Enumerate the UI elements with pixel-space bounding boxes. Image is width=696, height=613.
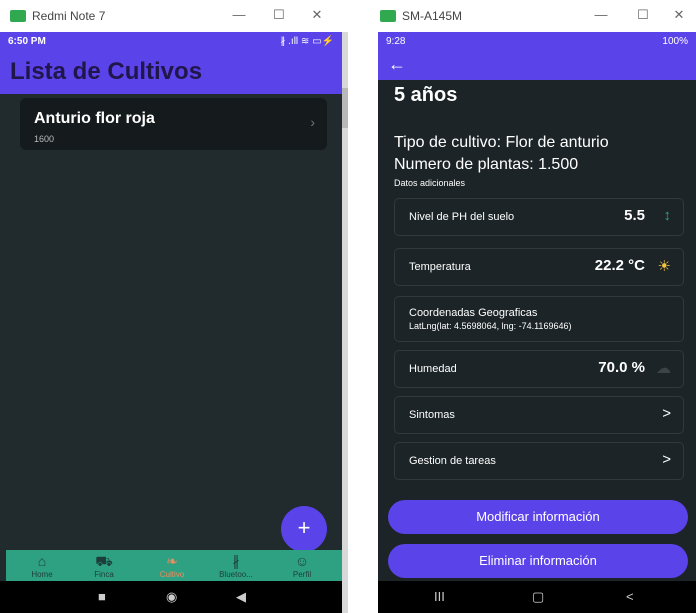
modify-info-button[interactable]: Modificar información	[388, 500, 688, 534]
detail-header: ←	[378, 52, 696, 80]
symptoms-label: Sintomas	[409, 409, 455, 421]
close-button[interactable]: ✕	[668, 6, 690, 24]
status-icons: ∦ .ıll ≋ ▭⚡	[280, 36, 334, 47]
status-time: 6:50 PM	[8, 36, 46, 47]
left-window-title: Redmi Note 7	[32, 9, 106, 23]
maximize-button[interactable]: ☐	[268, 6, 290, 24]
crop-type: Tipo de cultivo: Flor de anturio	[394, 134, 609, 151]
page-title: Lista de Cultivos	[10, 58, 203, 85]
nav-item-cultivo[interactable]: ❧ Cultivo	[144, 552, 200, 579]
left-phone-screen: 6:50 PM ∦ .ıll ≋ ▭⚡ Lista de Cultivos An…	[0, 32, 342, 613]
minimize-button[interactable]: —	[590, 6, 612, 24]
minimize-button[interactable]: —	[228, 6, 250, 24]
chevron-right-icon: >	[662, 451, 671, 468]
back-arrow-icon[interactable]: ←	[388, 54, 406, 75]
home-circle-icon[interactable]: ◉	[166, 589, 177, 605]
emulator-app-icon	[10, 10, 26, 22]
system-nav-bar: III ▢ <	[378, 581, 696, 613]
left-scrollbar-thumb[interactable]	[342, 88, 348, 128]
close-button[interactable]: ✕	[306, 6, 328, 24]
plant-count: Numero de plantas: 1.500	[394, 156, 579, 173]
cloud-icon: ☁	[656, 360, 671, 377]
nav-item-home[interactable]: ⌂ Home	[14, 552, 70, 579]
crop-card[interactable]: Anturio flor roja 1600 ›	[20, 98, 327, 150]
temperature-value: 22.2 °C	[594, 257, 645, 274]
recents-icon[interactable]: ■	[98, 589, 106, 604]
tasks-label: Gestion de tareas	[409, 455, 496, 467]
bluetooth-icon: ∦	[232, 553, 240, 569]
ph-value: 5.5	[624, 207, 645, 224]
coordinates-row: Coordenadas Geograficas LatLng(lat: 4.56…	[394, 296, 684, 342]
add-crop-button[interactable]: +	[281, 506, 327, 552]
humidity-label: Humedad	[409, 363, 457, 375]
status-time: 9:28	[386, 36, 406, 47]
ph-label: Nivel de PH del suelo	[409, 211, 515, 223]
coordinates-label: Coordenadas Geograficas	[409, 307, 538, 319]
symptoms-row[interactable]: Sintomas >	[394, 396, 684, 434]
humidity-value: 70.0 %	[598, 359, 645, 376]
maximize-button[interactable]: ☐	[632, 6, 654, 24]
leaf-icon: ❧	[166, 553, 178, 569]
right-phone-screen: 9:28 100% ← 5 años Tipo de cultivo: Flor…	[378, 32, 696, 613]
crop-name: Anturio flor roja	[34, 110, 155, 127]
extra-data-heading: Datos adicionales	[394, 178, 466, 188]
left-window-titlebar: Redmi Note 7 — ☐ ✕	[0, 0, 342, 32]
crop-count: 1600	[34, 134, 55, 144]
crop-age: 5 años	[394, 84, 458, 106]
nav-label-finca: Finca	[94, 570, 114, 579]
right-window-titlebar: SM-A145M — ☐ ✕	[370, 0, 696, 32]
left-status-bar: 6:50 PM ∦ .ıll ≋ ▭⚡	[0, 32, 342, 52]
status-battery: 100%	[662, 36, 688, 47]
chevron-right-icon: >	[662, 405, 671, 422]
emulator-app-icon	[380, 10, 396, 22]
back-icon[interactable]: <	[626, 589, 634, 604]
nav-label-bluetooth: Bluetoo...	[219, 570, 253, 579]
nav-item-bluetooth[interactable]: ∦ Bluetoo...	[208, 552, 264, 579]
nav-label-home: Home	[31, 570, 53, 579]
nav-item-perfil[interactable]: ☺ Perfil	[274, 552, 330, 579]
back-triangle-icon[interactable]: ◀	[236, 589, 246, 605]
profile-icon: ☺	[294, 553, 310, 569]
right-status-bar: 9:28 100%	[378, 32, 696, 52]
chevron-right-icon: ›	[310, 114, 315, 130]
system-nav-bar: ■ ◉ ◀	[0, 581, 342, 613]
app-header: Lista de Cultivos	[0, 52, 342, 94]
sun-icon: ☀	[657, 258, 671, 275]
recents-icon[interactable]: III	[434, 589, 445, 604]
ph-row: Nivel de PH del suelo 5.5 ↕	[394, 198, 684, 236]
temperature-row: Temperatura 22.2 °C ☀	[394, 248, 684, 286]
humidity-row: Humedad 70.0 % ☁	[394, 350, 684, 388]
home-icon: ⌂	[37, 553, 47, 569]
nav-label-cultivo: Cultivo	[159, 570, 185, 579]
right-window-title: SM-A145M	[402, 9, 463, 23]
coordinates-value: LatLng(lat: 4.5698064, lng: -74.1169646)	[409, 321, 572, 331]
nav-label-perfil: Perfil	[292, 570, 312, 579]
tractor-icon: ⛟	[95, 553, 113, 569]
left-scrollbar-track[interactable]	[342, 32, 348, 613]
delete-info-button[interactable]: Eliminar información	[388, 544, 688, 578]
tasks-row[interactable]: Gestion de tareas >	[394, 442, 684, 480]
nav-item-finca[interactable]: ⛟ Finca	[76, 552, 132, 579]
home-icon[interactable]: ▢	[532, 589, 544, 605]
up-down-arrow-icon: ↕	[663, 207, 672, 224]
temperature-label: Temperatura	[409, 261, 471, 273]
